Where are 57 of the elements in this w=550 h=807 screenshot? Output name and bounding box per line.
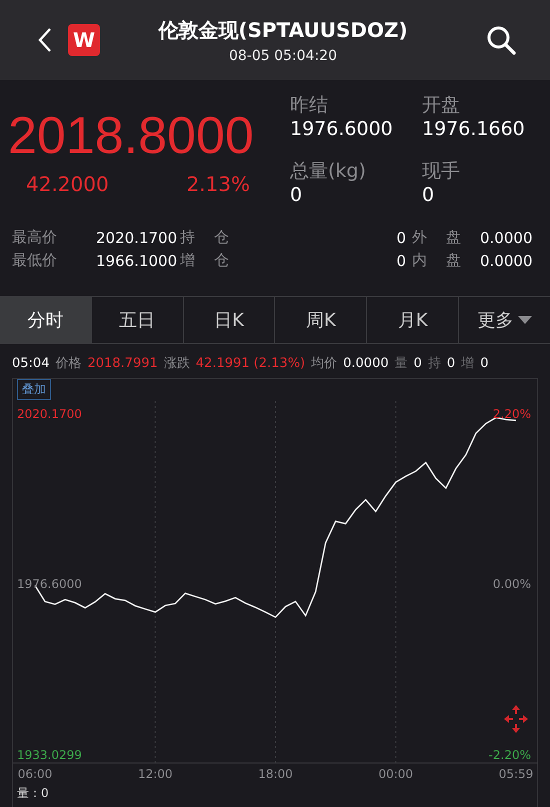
stat-label: 现手 [422,159,461,184]
time-axis-label: 12:00 [138,767,173,781]
ticker-value: 0 [446,356,456,370]
detail-label: 增 仓 [180,251,230,270]
stat-label: 总量(kg) [290,159,367,184]
axis-percent-label: 0.00% [492,577,531,592]
caret-icon [518,316,532,324]
overlay-button[interactable]: 叠加 [17,379,51,400]
volume-label: 量：0 [17,785,49,802]
app-logo: W [68,24,100,56]
time-axis-label: 00:00 [378,767,414,781]
change: 42.2000 [26,172,109,196]
datetime: 08-05 05:04:20 [228,48,337,64]
ticker-value: 42.1991 (2.13%) [196,356,306,370]
axis-price-label: 1933.0299 [17,748,82,762]
detail-value: 0 [395,252,407,270]
detail-label: 内 盘 [412,251,462,270]
time-axis-label: 05:59 [498,767,534,781]
ticker-label: 均价 [311,355,338,372]
stat-value: 1976.1660 [422,118,526,140]
move-icon[interactable] [504,705,528,733]
axis-price-label: 1976.6000 [17,577,82,592]
time-axis-label: 18:00 [258,767,293,781]
detail-label: 外 盘 [412,228,462,247]
stat-value: 0 [290,184,304,206]
stat-value: 1976.6000 [290,118,394,140]
detail-value: 0 [395,228,407,246]
detail-value: 2020.1700 [96,228,178,246]
stat-label: 昨结 [290,93,329,118]
price: 2018.8000 [8,110,255,162]
chart-tab[interactable]: 分时 [0,297,92,343]
search-icon[interactable] [486,25,516,55]
window-title: 伦敦金现(SPTAUUSDOZ) [158,16,408,44]
ticker-label: 价格 [55,355,82,372]
stat-value: 0 [422,184,436,206]
detail-value: 1966.1000 [96,252,178,270]
ticker-value: 0.0000 [343,356,389,370]
ticker-label: 量 [394,355,408,372]
ticker-time: 05:04 [12,356,50,370]
axis-price-label: 2020.1700 [17,407,82,421]
ticker-label: 增 [461,355,474,372]
ticker-value: 2018.7991 [87,356,158,370]
back-icon[interactable] [38,27,52,53]
ticker-value: 0 [414,356,422,370]
detail-label: 最低价 [12,251,58,270]
detail-value: 0.0000 [480,252,534,270]
ticker-label: 持 [428,355,441,372]
detail-label: 持 仓 [180,228,230,247]
axis-percent-label: -2.20% [488,748,531,762]
ticker-label: 涨跌 [164,355,190,372]
stat-label: 开盘 [422,93,461,118]
detail-label: 最高价 [12,228,58,247]
time-axis-label: 06:00 [18,767,52,781]
change-percent: 2.13% [186,172,250,196]
axis-percent-label: 2.20% [492,407,531,421]
ticker-value: 0 [480,356,488,370]
detail-value: 0.0000 [480,228,534,246]
